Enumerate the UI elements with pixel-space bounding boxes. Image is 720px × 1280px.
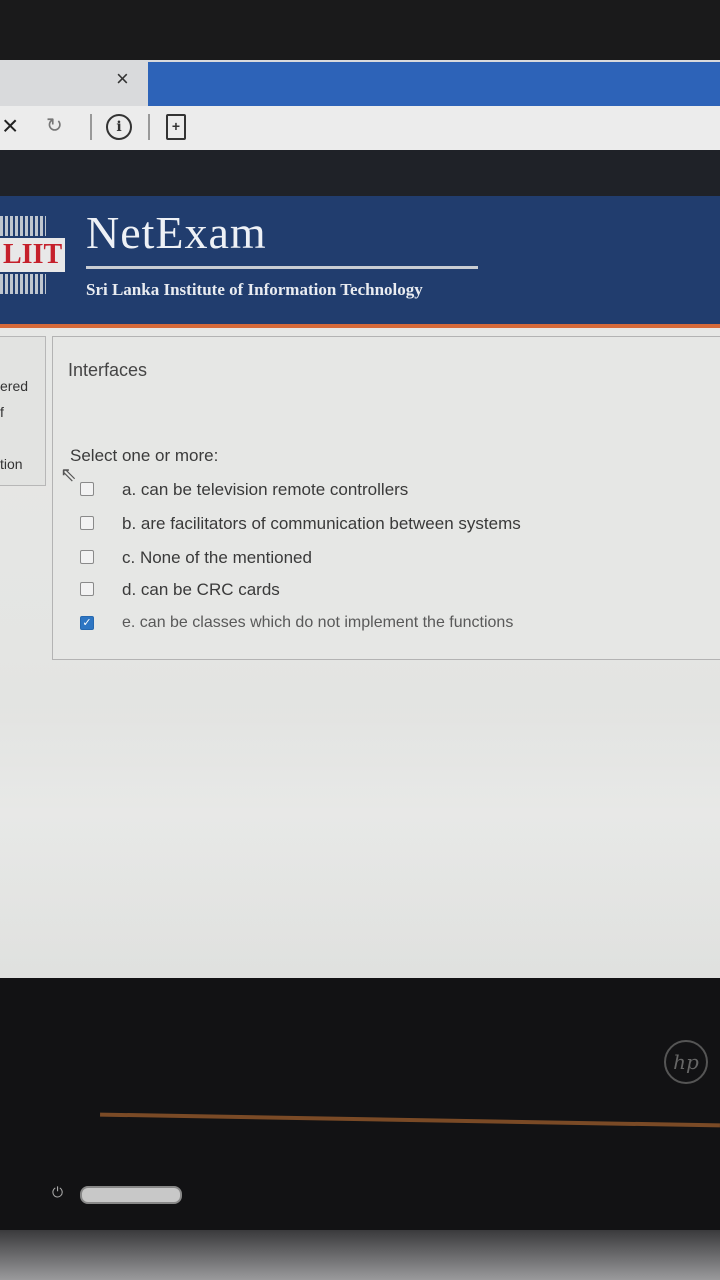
quiz-info-fragment: tion [0, 456, 23, 472]
checkbox-d[interactable] [80, 582, 94, 596]
checkbox-e-checked[interactable]: ✓ [80, 616, 94, 630]
mouse-cursor-icon: ⇖ [60, 464, 77, 486]
hp-logo: hp [664, 1040, 708, 1084]
stop-icon[interactable]: × [2, 110, 18, 142]
logo-grid-top [0, 216, 46, 236]
logo-grid-bottom [0, 274, 46, 294]
toolbar-separator [90, 114, 92, 140]
screen-glare [0, 700, 720, 980]
laptop-base-edge [0, 1230, 720, 1280]
power-icon: ⏻ [52, 1184, 64, 1200]
checkbox-a[interactable] [80, 482, 94, 496]
checkbox-b[interactable] [80, 516, 94, 530]
question-text: Interfaces [68, 360, 148, 380]
answer-option-label[interactable]: b. are facilitators of communication bet… [122, 514, 521, 534]
power-button[interactable] [80, 1186, 182, 1204]
browser-tab-active[interactable] [148, 62, 720, 106]
institute-name: Sri Lanka Institute of Information Techn… [86, 280, 423, 299]
screen-glare-gap [0, 150, 720, 196]
page-action-icon[interactable]: + [166, 114, 186, 140]
question-prompt: Select one or more: [70, 446, 219, 465]
tab-close-icon[interactable]: × [116, 66, 129, 92]
site-info-icon[interactable]: i [106, 114, 132, 140]
monitor-bezel-top [0, 0, 720, 62]
checkbox-c[interactable] [80, 550, 94, 564]
logo-letters: LIIT [0, 238, 66, 272]
quiz-info-fragment: ered [0, 378, 29, 394]
answer-option-label[interactable]: d. can be CRC cards [122, 580, 280, 600]
reload-icon[interactable]: ↻ [46, 113, 63, 138]
brand-title: NetExam [86, 207, 267, 258]
answer-option-label[interactable]: c. None of the mentioned [122, 548, 312, 568]
brand-divider [86, 266, 478, 269]
sliit-logo[interactable]: LIIT [0, 216, 66, 294]
answer-option-label[interactable]: a. can be television remote controllers [122, 480, 408, 500]
toolbar-separator [148, 114, 150, 140]
answer-option-label[interactable]: e. can be classes which do not implement… [122, 614, 513, 632]
quiz-info-fragment: f [0, 404, 4, 420]
